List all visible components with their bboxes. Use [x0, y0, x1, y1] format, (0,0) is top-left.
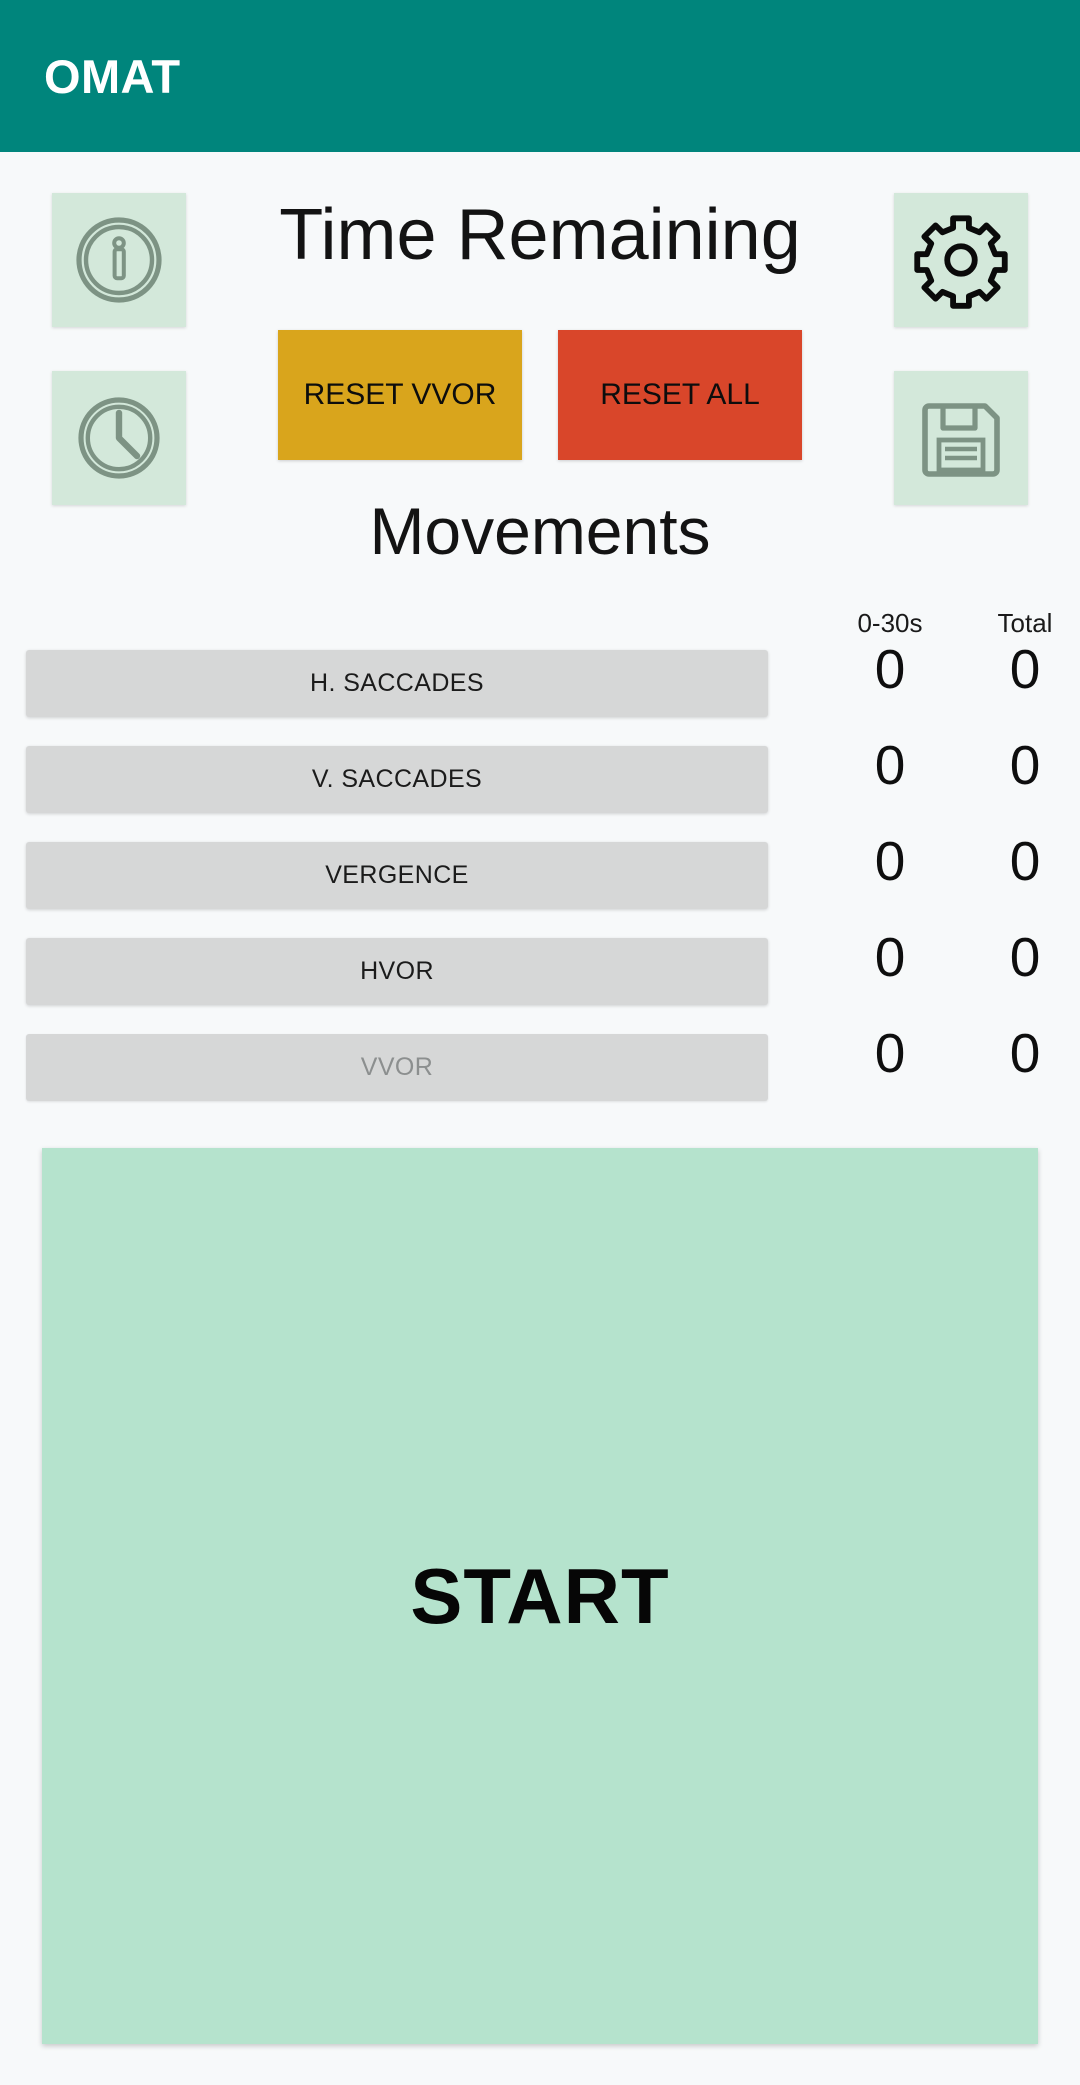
movement-button-hvor[interactable]: HVOR: [26, 938, 768, 1005]
movement-button-h-saccades[interactable]: H. SACCADES: [26, 650, 768, 717]
app-root: OMAT Time Remaining RESET VVOR RESET ALL…: [0, 0, 1080, 2085]
movement-row: VVOR 0 0: [0, 1026, 1080, 1130]
column-header-total: Total: [997, 608, 1053, 638]
count-total: 0: [1009, 926, 1041, 988]
movement-row: H. SACCADES 0 0: [0, 642, 1080, 746]
movement-button-vergence[interactable]: VERGENCE: [26, 842, 768, 909]
movements-title: Movements: [369, 494, 711, 568]
movement-list: H. SACCADES 0 0 V. SACCADES 0 0 VERGENCE 0 0 HVOR…: [0, 642, 1080, 1130]
reset-vvor-button[interactable]: RESET VVOR: [278, 330, 522, 460]
count-total: 0: [1009, 734, 1041, 796]
movement-row: VERGENCE 0 0: [0, 834, 1080, 938]
reset-button-row: RESET VVOR RESET ALL: [0, 330, 1080, 460]
app-bar: OMAT: [0, 0, 1080, 152]
count-total: 0: [1009, 830, 1041, 892]
movement-row: V. SACCADES 0 0: [0, 738, 1080, 842]
count-total: 0: [1009, 1022, 1041, 1084]
count-total: 0: [1009, 638, 1041, 700]
movement-button-vvor: VVOR: [26, 1034, 768, 1101]
time-remaining-title: Time Remaining: [279, 195, 801, 275]
movement-row: HVOR 0 0: [0, 930, 1080, 1034]
app-title: OMAT: [44, 49, 181, 103]
movement-button-v-saccades[interactable]: V. SACCADES: [26, 746, 768, 813]
reset-all-button[interactable]: RESET ALL: [558, 330, 802, 460]
start-button[interactable]: START: [42, 1148, 1038, 2044]
